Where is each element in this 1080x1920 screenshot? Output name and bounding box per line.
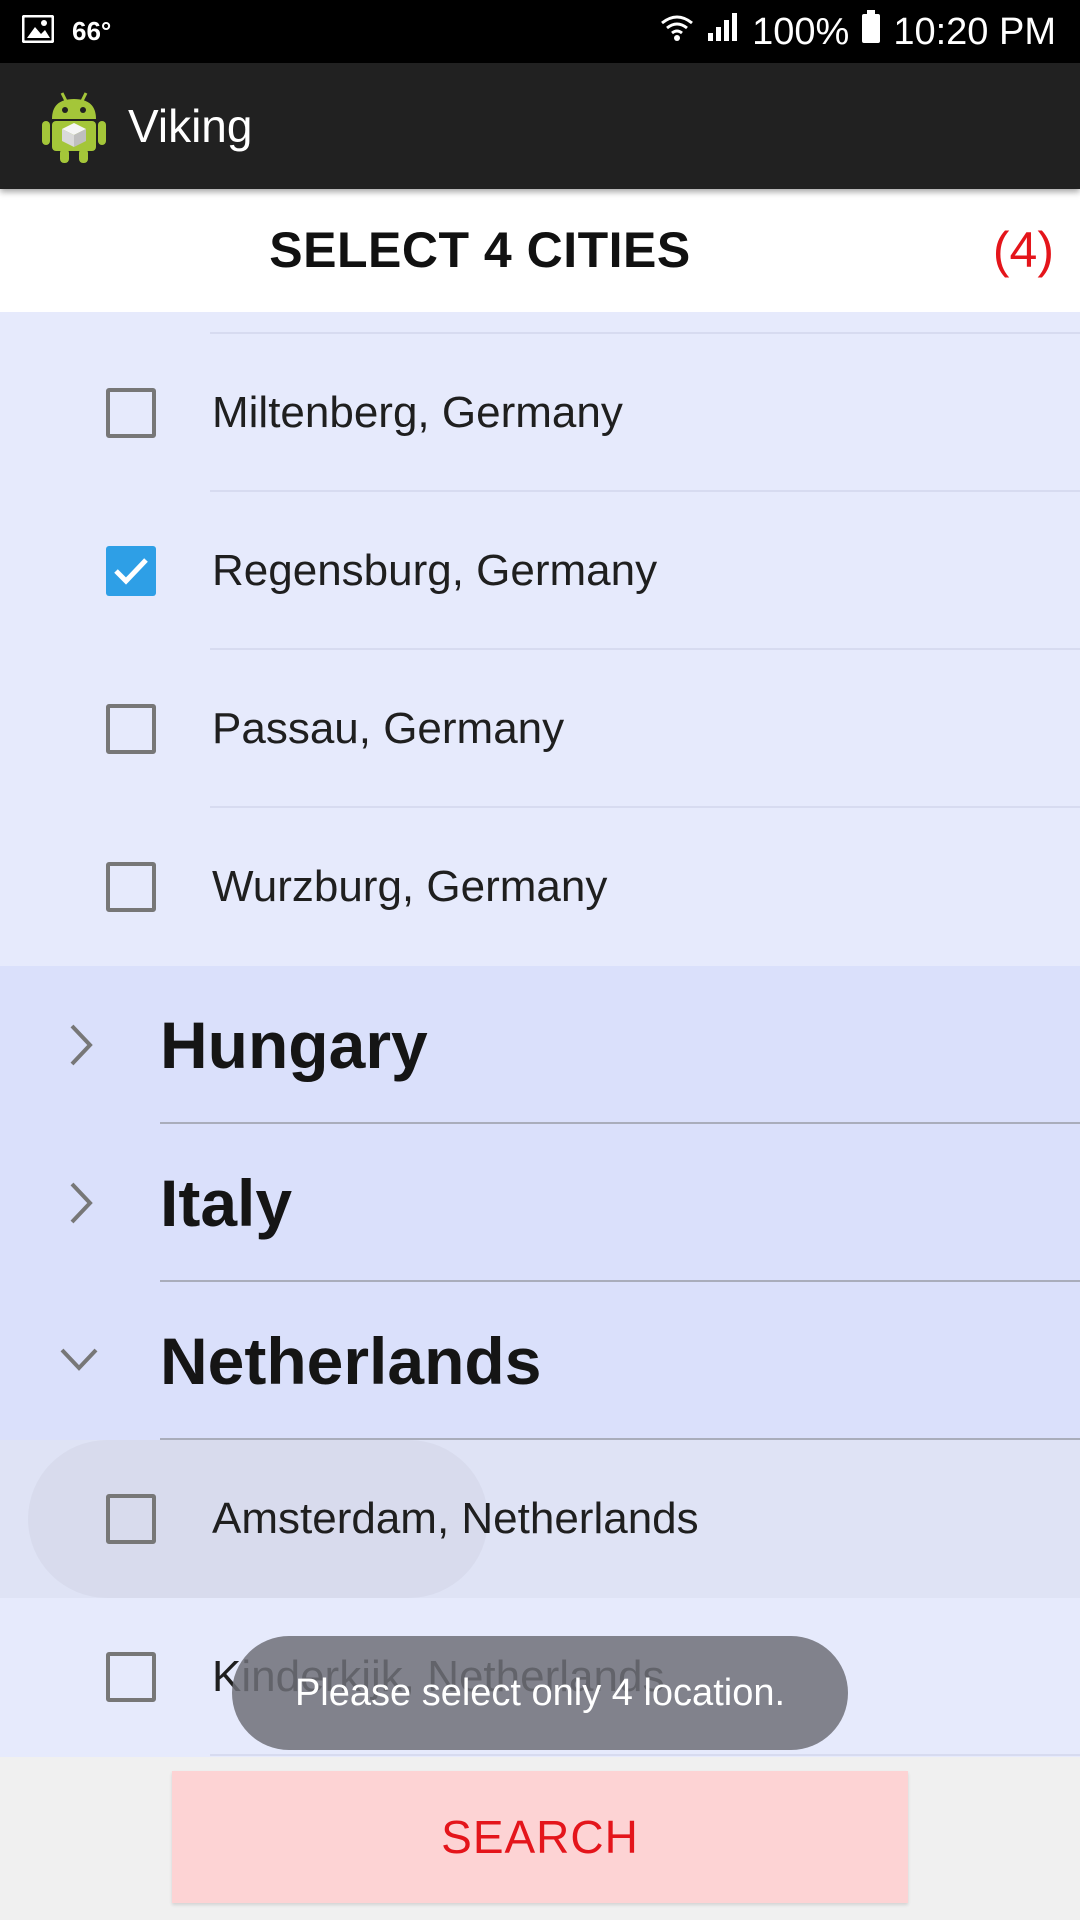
list-item-partial	[0, 312, 1080, 334]
chevron-right-icon	[70, 1024, 93, 1066]
group-row-hungary[interactable]: Hungary	[0, 966, 1080, 1124]
bottom-bar: SEARCH	[0, 1757, 1080, 1920]
search-button[interactable]: SEARCH	[172, 1771, 908, 1903]
time-text: 10:20 PM	[893, 10, 1056, 53]
city-row-passau[interactable]: Passau, Germany	[0, 650, 1080, 808]
city-label: Amsterdam, Netherlands	[212, 1494, 699, 1543]
city-row-miltenberg[interactable]: Miltenberg, Germany	[0, 334, 1080, 492]
selected-count-badge: (4)	[992, 222, 1054, 278]
chevron-down-icon	[60, 1348, 98, 1371]
group-label: Netherlands	[160, 1324, 542, 1398]
group-row-italy[interactable]: Italy	[0, 1124, 1080, 1282]
checkmark-icon	[114, 558, 148, 585]
app-title: Viking	[128, 100, 253, 152]
city-row-regensburg[interactable]: Regensburg, Germany	[0, 492, 1080, 650]
city-checkbox[interactable]	[106, 862, 156, 912]
group-label: Italy	[160, 1166, 293, 1240]
city-checkbox[interactable]	[106, 388, 156, 438]
group-label: Hungary	[160, 1008, 428, 1082]
city-list[interactable]: Miltenberg, Germany Regensburg, Germany …	[0, 312, 1080, 1757]
city-checkbox-checked[interactable]	[106, 546, 156, 596]
wifi-icon	[660, 10, 694, 53]
selection-header: SELECT 4 CITIES (4)	[0, 189, 1080, 312]
android-robot-icon	[40, 89, 108, 165]
cell-signal-icon	[706, 10, 740, 53]
city-label: Passau, Germany	[212, 704, 565, 753]
chevron-right-icon	[70, 1182, 93, 1224]
status-bar: 66° 100% 10:20 PM	[0, 0, 1080, 63]
app-bar: Viking	[0, 63, 1080, 189]
city-label: Wurzburg, Germany	[212, 862, 608, 911]
city-checkbox[interactable]	[106, 704, 156, 754]
city-label: Miltenberg, Germany	[212, 388, 623, 437]
image-icon	[21, 14, 55, 48]
temperature-text: 66°	[72, 16, 112, 46]
row-divider	[210, 1754, 1080, 1756]
city-row-wurzburg[interactable]: Wurzburg, Germany	[0, 808, 1080, 966]
toast-message: Please select only 4 location.	[232, 1636, 848, 1750]
city-label: Regensburg, Germany	[212, 546, 658, 595]
battery-percent-text: 100%	[752, 10, 850, 53]
city-row-amsterdam[interactable]: Amsterdam, Netherlands	[0, 1440, 1080, 1598]
page-title: SELECT 4 CITIES	[269, 222, 691, 278]
battery-icon	[861, 9, 881, 54]
group-row-netherlands[interactable]: Netherlands	[0, 1282, 1080, 1440]
city-checkbox[interactable]	[106, 1494, 156, 1544]
city-checkbox[interactable]	[106, 1652, 156, 1702]
